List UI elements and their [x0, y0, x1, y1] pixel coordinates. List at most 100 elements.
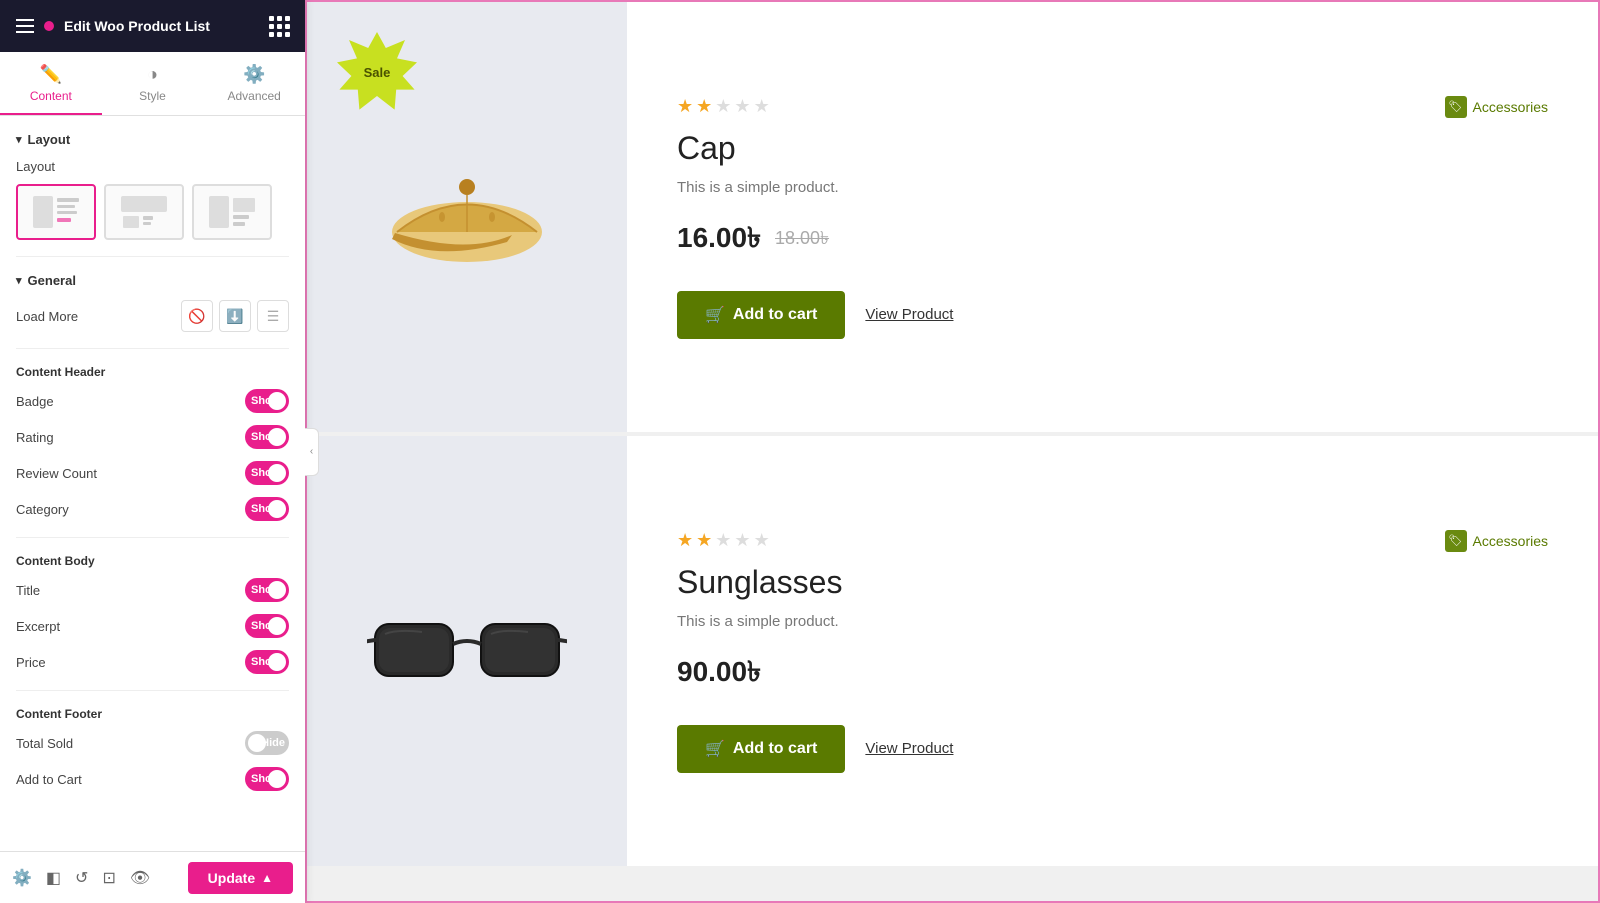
- product-name-sunglasses: Sunglasses: [677, 564, 1548, 601]
- excerpt-toggle-label: Show: [251, 620, 280, 632]
- collapse-handle[interactable]: ‹: [305, 428, 319, 476]
- title-toggle-label: Show: [251, 584, 280, 596]
- load-more-options: 🚫 ⬇️ ☰: [181, 300, 289, 332]
- category-toggle[interactable]: Show: [245, 497, 289, 521]
- star-sg-5: ★: [754, 530, 770, 551]
- review-count-label: Review Count: [16, 466, 97, 481]
- layout-label: Layout: [16, 159, 289, 174]
- view-product-button-cap[interactable]: View Product: [865, 306, 953, 323]
- title-toggle[interactable]: Show: [245, 578, 289, 602]
- total-sold-label: Total Sold: [16, 736, 73, 751]
- tab-style-label: Style: [139, 89, 166, 103]
- rating-row: Rating Show: [16, 425, 289, 449]
- layout-option-3[interactable]: [192, 184, 272, 240]
- layers-icon[interactable]: ◧: [46, 868, 61, 888]
- price-current-cap: 16.00৳: [677, 216, 761, 263]
- tab-content-label: Content: [30, 89, 72, 103]
- product-excerpt-sunglasses: This is a simple product.: [677, 613, 1548, 630]
- history-icon[interactable]: ↺: [75, 868, 88, 888]
- badge-row: Badge Show: [16, 389, 289, 413]
- panel-header-left: Edit Woo Product List: [16, 18, 210, 34]
- layout-option-1[interactable]: [16, 184, 96, 240]
- rating-label: Rating: [16, 430, 54, 445]
- review-count-toggle-label: Show: [251, 467, 280, 479]
- load-more-label: Load More: [16, 309, 78, 324]
- review-count-row: Review Count Show: [16, 461, 289, 485]
- price-toggle[interactable]: Show: [245, 650, 289, 674]
- tab-advanced-label: Advanced: [227, 89, 280, 103]
- review-count-toggle[interactable]: Show: [245, 461, 289, 485]
- right-panel: Sale: [305, 0, 1600, 903]
- layout-options: [16, 184, 289, 240]
- add-to-cart-toggle-label: Show: [251, 773, 280, 785]
- add-to-cart-text-cap: Add to cart: [733, 306, 817, 324]
- product-name-cap: Cap: [677, 130, 1548, 167]
- load-icon-button[interactable]: ☰: [257, 300, 289, 332]
- star-sg-1: ★: [677, 530, 693, 551]
- update-button[interactable]: Update ▲: [188, 862, 293, 894]
- total-sold-row: Total Sold Hide: [16, 731, 289, 755]
- settings-icon[interactable]: ⚙️: [12, 868, 32, 888]
- product-price-sunglasses: 90.00৳: [677, 650, 1548, 697]
- grid-icon[interactable]: [269, 16, 289, 37]
- responsive-icon[interactable]: ⊡: [102, 868, 115, 888]
- eye-icon[interactable]: 👁: [130, 868, 150, 888]
- add-to-cart-text-sunglasses: Add to cart: [733, 740, 817, 758]
- product-image-wrap-sunglasses: [307, 436, 627, 866]
- divider-3: [16, 537, 289, 538]
- panel-title: Edit Woo Product List: [64, 18, 210, 34]
- category-row: Category Show: [16, 497, 289, 521]
- content-body-title: Content Body: [16, 554, 289, 568]
- sale-badge-cap: Sale: [337, 32, 417, 112]
- general-section-title: General: [16, 273, 289, 288]
- rating-toggle-label: Show: [251, 431, 280, 443]
- star-sg-4: ★: [734, 530, 750, 551]
- category-badge-sunglasses: 🏷 Accessories: [1445, 530, 1548, 552]
- add-to-cart-button-sunglasses[interactable]: 🛒 Add to cart: [677, 725, 845, 773]
- title-row: Title Show: [16, 578, 289, 602]
- add-to-cart-toggle[interactable]: Show: [245, 767, 289, 791]
- view-product-text-sunglasses: View Product: [865, 740, 953, 757]
- excerpt-row: Excerpt Show: [16, 614, 289, 638]
- content-tab-icon: ✏️: [40, 64, 62, 85]
- layout-option-2[interactable]: [104, 184, 184, 240]
- window-dot: [44, 21, 54, 31]
- product-meta-top-cap: ★ ★ ★ ★ ★ 🏷 Accessories: [677, 96, 1548, 118]
- cart-icon-cap: 🛒: [705, 305, 725, 325]
- category-text-cap: Accessories: [1473, 99, 1548, 115]
- star-rating-cap: ★ ★ ★ ★ ★: [677, 96, 770, 117]
- cap-image: [367, 137, 567, 297]
- load-icon-scroll[interactable]: ⬇️: [219, 300, 251, 332]
- add-to-cart-row: Add to Cart Show: [16, 767, 289, 791]
- add-to-cart-button-cap[interactable]: 🛒 Add to cart: [677, 291, 845, 339]
- excerpt-label: Excerpt: [16, 619, 60, 634]
- product-actions-cap: 🛒 Add to cart View Product: [677, 291, 1548, 339]
- rating-toggle[interactable]: Show: [245, 425, 289, 449]
- product-excerpt-cap: This is a simple product.: [677, 179, 1548, 196]
- star-2: ★: [696, 96, 712, 117]
- tab-style[interactable]: ◑ Style: [102, 52, 204, 115]
- star-rating-sunglasses: ★ ★ ★ ★ ★: [677, 530, 770, 551]
- price-label: Price: [16, 655, 46, 670]
- chevron-up-icon: ▲: [261, 871, 273, 885]
- hamburger-icon[interactable]: [16, 19, 34, 33]
- product-info-cap: ★ ★ ★ ★ ★ 🏷 Accessories Cap This is a si…: [627, 2, 1598, 432]
- star-5: ★: [754, 96, 770, 117]
- load-icon-none[interactable]: 🚫: [181, 300, 213, 332]
- cart-icon-sunglasses: 🛒: [705, 739, 725, 759]
- total-sold-toggle[interactable]: Hide: [245, 731, 289, 755]
- view-product-button-sunglasses[interactable]: View Product: [865, 740, 953, 757]
- excerpt-toggle[interactable]: Show: [245, 614, 289, 638]
- tab-content[interactable]: ✏️ Content: [0, 52, 102, 115]
- sunglasses-image: [367, 591, 567, 711]
- badge-toggle[interactable]: Show: [245, 389, 289, 413]
- left-panel: Edit Woo Product List ✏️ Content ◑ Style…: [0, 0, 305, 903]
- layout-section-title: Layout: [16, 132, 289, 147]
- badge-label: Badge: [16, 394, 54, 409]
- price-original-cap: 18.00৳: [775, 224, 829, 255]
- price-row: Price Show: [16, 650, 289, 674]
- panel-tabs: ✏️ Content ◑ Style ⚙️ Advanced: [0, 52, 305, 116]
- tab-advanced[interactable]: ⚙️ Advanced: [203, 52, 305, 115]
- category-text-sunglasses: Accessories: [1473, 533, 1548, 549]
- category-badge-cap: 🏷 Accessories: [1445, 96, 1548, 118]
